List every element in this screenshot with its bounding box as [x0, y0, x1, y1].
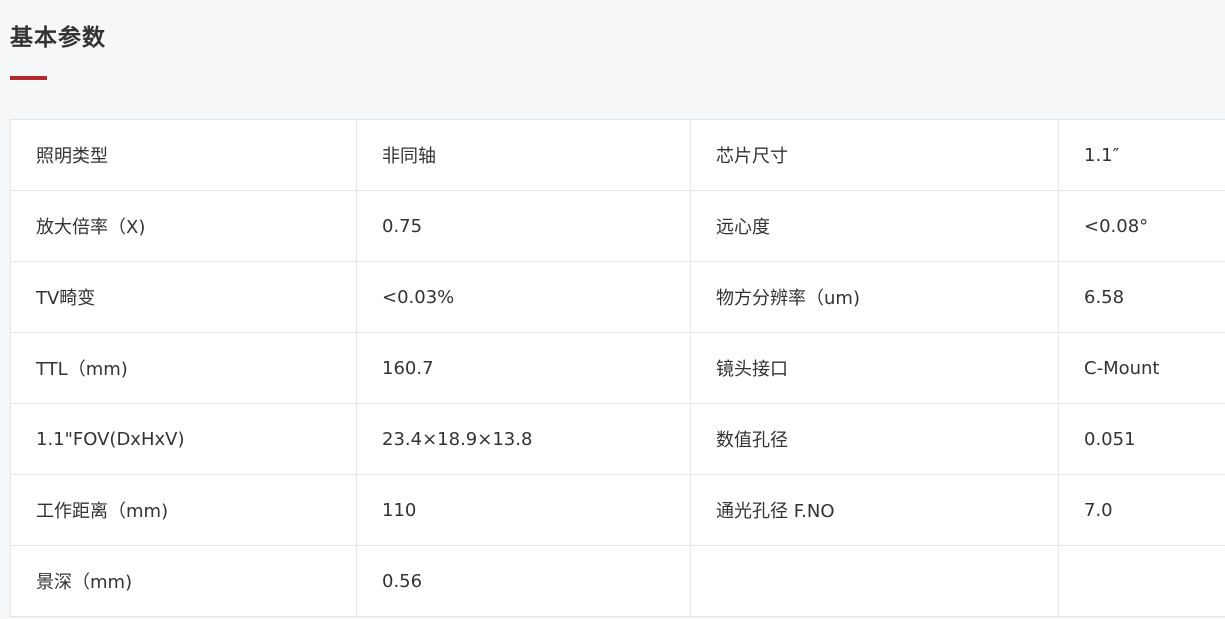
param-label: 放大倍率（X): [10, 190, 357, 262]
param-label: 照明类型: [10, 119, 357, 191]
table-row: TTL（mm) 160.7 镜头接口 C-Mount: [10, 332, 1225, 404]
param-value: <0.03%: [356, 261, 691, 333]
param-value: 非同轴: [356, 119, 691, 191]
param-value: [1058, 545, 1225, 617]
param-label: 芯片尺寸: [690, 119, 1059, 191]
param-value: 0.75: [356, 190, 691, 262]
param-label: 1.1"FOV(DxHxV): [10, 403, 357, 475]
table-row: 工作距离（mm) 110 通光孔径 F.NO 7.0: [10, 474, 1225, 546]
param-value: 6.58: [1058, 261, 1225, 333]
table-row: TV畸变 <0.03% 物方分辨率（um) 6.58: [10, 261, 1225, 333]
param-label: TV畸变: [10, 261, 357, 333]
table-row: 照明类型 非同轴 芯片尺寸 1.1″: [10, 119, 1225, 191]
param-value: 0.56: [356, 545, 691, 617]
param-value: 0.051: [1058, 403, 1225, 475]
param-value: 160.7: [356, 332, 691, 404]
param-value: C-Mount: [1058, 332, 1225, 404]
param-value: 7.0: [1058, 474, 1225, 546]
param-label: 镜头接口: [690, 332, 1059, 404]
param-value: 110: [356, 474, 691, 546]
param-label: 远心度: [690, 190, 1059, 262]
param-value: 1.1″: [1058, 119, 1225, 191]
param-label: [690, 545, 1059, 617]
param-label: 通光孔径 F.NO: [690, 474, 1059, 546]
param-label: 数值孔径: [690, 403, 1059, 475]
param-value: 23.4×18.9×13.8: [356, 403, 691, 475]
param-value: <0.08°: [1058, 190, 1225, 262]
table-row: 景深（mm) 0.56: [10, 545, 1225, 617]
param-label: 工作距离（mm): [10, 474, 357, 546]
param-label: 物方分辨率（um): [690, 261, 1059, 333]
parameter-table: 照明类型 非同轴 芯片尺寸 1.1″ 放大倍率（X) 0.75 远心度 <0.0…: [10, 119, 1225, 617]
table-row: 放大倍率（X) 0.75 远心度 <0.08°: [10, 190, 1225, 262]
param-label: 景深（mm): [10, 545, 357, 617]
section-title: 基本参数: [10, 25, 106, 51]
title-underline: [10, 76, 47, 80]
table-row: 1.1"FOV(DxHxV) 23.4×18.9×13.8 数值孔径 0.051: [10, 403, 1225, 475]
param-label: TTL（mm): [10, 332, 357, 404]
